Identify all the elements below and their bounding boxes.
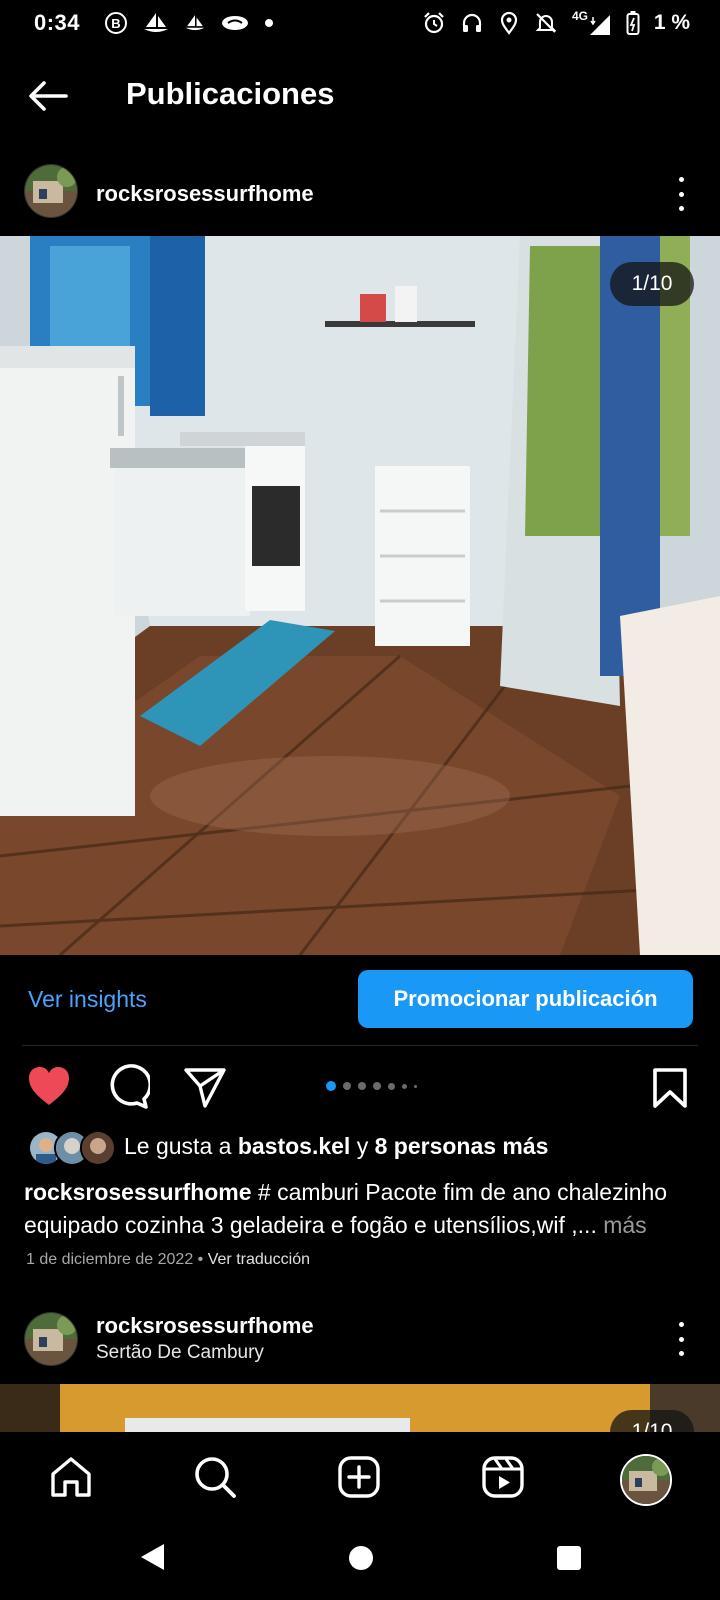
liker-username[interactable]: bastos.kel	[238, 1133, 351, 1159]
carousel-dot	[343, 1082, 351, 1090]
alarm-icon	[422, 11, 446, 35]
carousel-dot-active	[326, 1081, 336, 1091]
like-button[interactable]	[26, 1064, 74, 1112]
search-icon	[195, 1457, 236, 1498]
post2-location[interactable]: Sertão De Cambury	[96, 1342, 264, 1364]
sailboat-icon	[184, 12, 206, 34]
comment-icon	[110, 1064, 153, 1109]
likes-others[interactable]: 8 personas más	[375, 1133, 549, 1159]
carousel-dot	[402, 1083, 407, 1089]
post-date: 1 de diciembre de 2022	[26, 1251, 194, 1268]
liker-avatars[interactable]	[28, 1130, 116, 1166]
nav-profile[interactable]	[620, 1454, 672, 1506]
location-icon	[498, 11, 520, 35]
status-bar: 0:34 B 4G 1 %	[0, 0, 720, 48]
post-photo[interactable]	[0, 236, 720, 955]
headphones-icon	[460, 11, 484, 35]
heart-icon	[29, 1067, 69, 1105]
square-recents-icon	[557, 1546, 581, 1570]
circle-home-icon	[349, 1546, 373, 1570]
bottom-nav	[0, 1432, 720, 1524]
caption-username[interactable]: rocksrosessurfhome	[24, 1179, 252, 1205]
svg-text:B: B	[111, 16, 120, 31]
triangle-back-icon	[141, 1544, 164, 1570]
system-home-button[interactable]	[348, 1545, 374, 1571]
more-icon	[678, 177, 684, 182]
translate-link[interactable]: Ver traducción	[208, 1251, 310, 1268]
post-options-button[interactable]	[671, 177, 691, 211]
battery-percent: 1 %	[653, 11, 690, 34]
post2-author-avatar[interactable]	[24, 1312, 78, 1366]
save-button[interactable]	[650, 1066, 698, 1114]
post-author-username[interactable]: rocksrosessurfhome	[96, 181, 314, 207]
status-notification-icons: B	[104, 10, 274, 36]
post2-author-username[interactable]: rocksrosessurfhome	[96, 1313, 314, 1339]
carousel-dot	[358, 1082, 366, 1090]
signal-4g-icon: 4G	[572, 9, 612, 37]
home-icon	[51, 1457, 91, 1497]
arrow-left-icon	[29, 81, 68, 111]
carousel-dot	[373, 1082, 381, 1090]
share-button[interactable]	[182, 1064, 230, 1112]
nav-create[interactable]	[336, 1454, 384, 1502]
post-author-avatar[interactable]	[24, 164, 78, 218]
bookmark-icon	[653, 1068, 687, 1108]
profile-avatar	[622, 1456, 670, 1504]
page-title: Publicaciones	[126, 76, 335, 111]
post-meta: 1 de diciembre de 2022 • Ver traducción	[26, 1251, 311, 1268]
caption-more-link[interactable]: más	[597, 1212, 646, 1238]
view-insights-link[interactable]: Ver insights	[28, 986, 147, 1013]
back-button[interactable]	[26, 74, 70, 118]
divider	[22, 1045, 698, 1046]
handshake-icon	[220, 12, 250, 34]
post2-options-button[interactable]	[671, 1322, 691, 1356]
likes-summary[interactable]: Le gusta a bastos.kel y 8 personas más	[124, 1133, 548, 1160]
carousel-indicator	[326, 1081, 417, 1091]
post-caption: rocksrosessurfhome # camburi Pacote fim …	[24, 1176, 704, 1242]
svg-text:4G: 4G	[572, 9, 588, 23]
nav-reels[interactable]	[480, 1454, 528, 1502]
promote-post-button[interactable]: Promocionar publicación	[358, 970, 693, 1028]
nav-home[interactable]	[48, 1454, 96, 1502]
photo-counter: 1/10	[610, 262, 694, 306]
system-back-button[interactable]	[138, 1542, 168, 1572]
reels-icon	[482, 1456, 524, 1498]
nav-search[interactable]	[192, 1454, 240, 1502]
comment-button[interactable]	[104, 1064, 153, 1112]
send-icon	[184, 1068, 226, 1108]
system-nav-bar	[0, 1524, 720, 1600]
status-system-icons: 4G 1 %	[422, 8, 690, 38]
liker-avatar	[80, 1130, 116, 1166]
b-circle-icon: B	[104, 11, 128, 35]
battery-icon	[626, 10, 640, 36]
system-recents-button[interactable]	[556, 1545, 582, 1571]
carousel-dot	[388, 1082, 395, 1090]
notifications-off-icon	[534, 11, 558, 35]
more-icon	[678, 1322, 684, 1327]
status-time: 0:34	[34, 10, 81, 35]
carousel-dot	[414, 1084, 417, 1088]
sailboat-icon	[142, 11, 170, 35]
add-post-icon	[338, 1456, 380, 1498]
dot-icon	[264, 18, 274, 28]
